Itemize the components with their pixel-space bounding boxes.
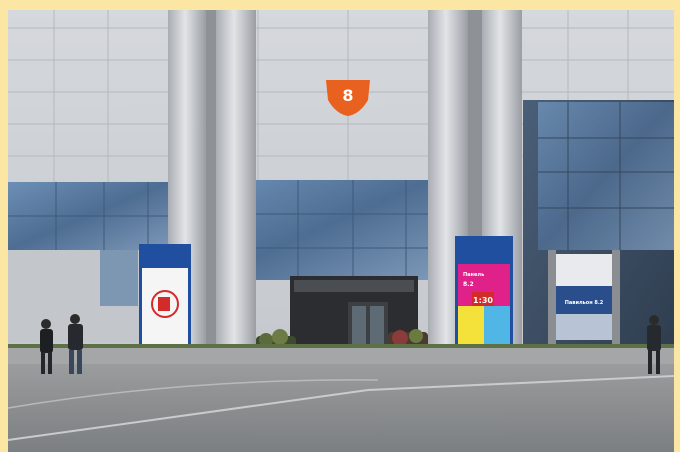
column: [216, 10, 256, 360]
banner-center-line1: Панель: [463, 272, 484, 278]
photo-frame: 8 Панель 8.2 1:30 Павильон 8.2: [0, 0, 680, 452]
banner-right: Павильон 8.2: [548, 250, 620, 350]
photo-scene: 8 Панель 8.2 1:30 Павильон 8.2: [8, 10, 674, 452]
banner-center-line2: 8.2: [463, 281, 474, 288]
banner-center-line3: 1:30: [473, 296, 493, 305]
hall-number: 8: [342, 86, 353, 105]
banner-right-line1: Павильон 8.2: [565, 300, 604, 306]
pavement: [8, 364, 674, 452]
exhibition-hall-photo: 8 Панель 8.2 1:30 Павильон 8.2: [8, 10, 674, 452]
banner-left: [139, 244, 191, 352]
banner-center: Панель 8.2 1:30: [455, 236, 513, 352]
